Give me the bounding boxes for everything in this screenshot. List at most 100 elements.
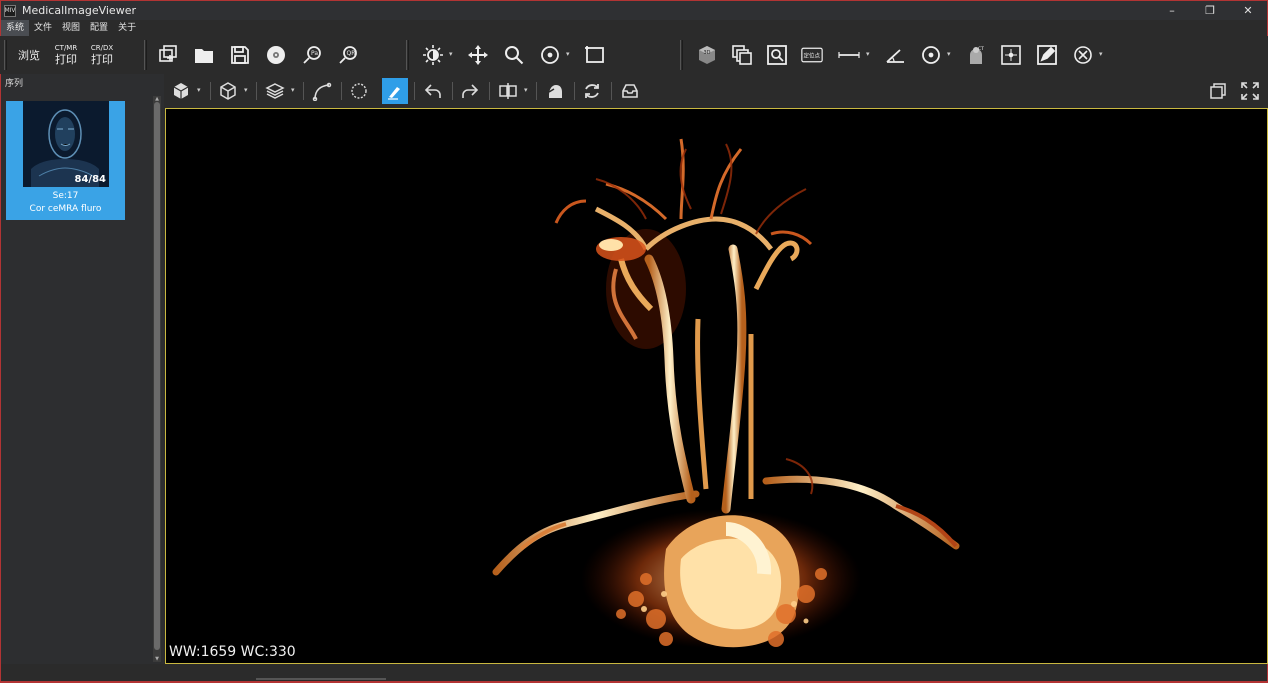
thumbnail-image-count: 84/84 <box>74 174 106 185</box>
redo-icon[interactable] <box>457 78 483 104</box>
horizontal-scrollbar[interactable] <box>256 678 386 680</box>
title-bar: MIV MedicalImageViewer – ❐ ✕ <box>0 0 1268 20</box>
locate-point-label: 定位点 <box>804 52 821 60</box>
toolbar-separator <box>210 82 211 100</box>
stack-images-icon[interactable] <box>729 42 755 68</box>
ellipse-roi-icon[interactable] <box>918 42 944 68</box>
save-icon[interactable] <box>227 42 253 68</box>
clear-dropdown-icon[interactable]: ▾ <box>1099 50 1103 58</box>
line-measure-icon[interactable] <box>836 42 862 68</box>
restore-viewport-icon[interactable] <box>1205 78 1231 104</box>
split-view-dropdown-icon[interactable]: ▾ <box>524 86 528 94</box>
image-viewport[interactable]: WW:1659 WC:330 <box>165 108 1268 664</box>
menu-system[interactable]: 系统 <box>1 20 30 36</box>
toolbar-separator <box>303 82 304 100</box>
open-folder-icon[interactable] <box>191 42 217 68</box>
cube-view-icon[interactable] <box>168 78 194 104</box>
menu-file[interactable]: 文件 <box>29 20 57 36</box>
menu-about[interactable]: 关于 <box>113 20 141 36</box>
menu-config[interactable]: 配置 <box>85 20 113 36</box>
toolbar-separator <box>4 40 7 70</box>
toolbar-separator <box>414 82 415 100</box>
line-measure-dropdown-icon[interactable]: ▾ <box>866 50 870 58</box>
crop-region-icon[interactable] <box>582 42 608 68</box>
patient-search-icon[interactable]: Pa <box>299 42 325 68</box>
toolbar-separator <box>256 82 257 100</box>
toolbar-separator <box>574 82 575 100</box>
crdx-label: CR/DX <box>90 44 114 52</box>
toolbar-separator <box>680 40 683 70</box>
browse-button[interactable]: 浏览 <box>14 40 44 70</box>
viewer-toolbar: ▾ ▾ ▾ ▾ <box>164 74 1268 108</box>
menu-bar: 系统 文件 视图 配置 关于 <box>0 20 1268 36</box>
ctmr-print-label: 打印 <box>55 53 77 66</box>
svg-text:QR: QR <box>347 50 356 57</box>
toolbar-separator <box>611 82 612 100</box>
toolbar-separator <box>406 40 409 70</box>
split-view-icon[interactable] <box>495 78 521 104</box>
disc-icon[interactable] <box>263 42 289 68</box>
app-icon: MIV <box>4 4 16 17</box>
thumbnail-image: 84/84 <box>23 101 109 187</box>
fullscreen-icon[interactable] <box>1237 78 1263 104</box>
ctmr-print-button[interactable]: CT/MR 打印 <box>50 40 82 70</box>
scrollbar-thumb[interactable] <box>154 102 160 650</box>
locate-point-icon[interactable]: 定位点 <box>799 42 825 68</box>
thumbnail-series-number: Se:17 <box>52 191 79 201</box>
3d-cube-icon[interactable]: 3D <box>694 42 720 68</box>
layers-dropdown-icon[interactable]: ▾ <box>291 86 295 94</box>
crdx-print-button[interactable]: CR/DX 打印 <box>86 40 118 70</box>
angle-measure-icon[interactable] <box>882 42 908 68</box>
svg-text:Pa: Pa <box>311 50 318 57</box>
window-level-icon[interactable] <box>420 42 446 68</box>
series-thumbnail[interactable]: 84/84 Se:17 Cor ceMRA fluro <box>6 101 125 220</box>
curve-path-icon[interactable] <box>309 78 335 104</box>
undo-icon[interactable] <box>420 78 446 104</box>
qr-search-icon[interactable]: QR <box>335 42 361 68</box>
toolbar-separator <box>536 82 537 100</box>
volume-render-icon[interactable] <box>215 78 241 104</box>
window-controls: – ❐ ✕ <box>1153 1 1267 20</box>
minimize-button[interactable]: – <box>1153 1 1191 20</box>
toolbar-separator <box>489 82 490 100</box>
crosshair-box-icon[interactable] <box>998 42 1024 68</box>
window-level-readout: WW:1659 WC:330 <box>169 644 296 660</box>
browse-label: 浏览 <box>18 48 40 62</box>
rotate-dropdown-icon[interactable]: ▾ <box>566 50 570 58</box>
series-scrollbar[interactable]: ▲ ▼ <box>153 96 161 662</box>
pan-icon[interactable] <box>465 42 491 68</box>
annotate-edit-icon[interactable] <box>1034 42 1060 68</box>
volume-render-dropdown-icon[interactable]: ▾ <box>244 86 248 94</box>
reset-rotate-icon[interactable] <box>579 78 605 104</box>
clear-annotations-icon[interactable] <box>1070 42 1096 68</box>
circle-select-icon[interactable] <box>346 78 372 104</box>
layers-icon[interactable] <box>262 78 288 104</box>
series-panel: 序列 84/84 Se:17 Cor ceMRA fluro ▲ ▼ <box>0 74 164 666</box>
crdx-print-label: 打印 <box>91 53 113 66</box>
head-orientation-icon[interactable] <box>542 78 568 104</box>
window-level-dropdown-icon[interactable]: ▾ <box>449 50 453 58</box>
magnifier-box-icon[interactable] <box>764 42 790 68</box>
toolbar-separator <box>144 40 147 70</box>
close-button[interactable]: ✕ <box>1229 1 1267 20</box>
ctmr-label: CT/MR <box>54 44 78 52</box>
tray-export-icon[interactable] <box>617 78 643 104</box>
main-toolbar: 浏览 CT/MR 打印 CR/DX 打印 Pa QR ▾ ▾ 3D 定位点 ▾ … <box>0 36 1268 74</box>
toolbar-separator <box>341 82 342 100</box>
series-header: 序列 <box>5 79 24 89</box>
menu-view[interactable]: 视图 <box>57 20 85 36</box>
status-bar <box>0 664 1268 683</box>
scroll-down-icon[interactable]: ▼ <box>153 656 161 662</box>
roi-dropdown-icon[interactable]: ▾ <box>947 50 951 58</box>
ct-body-icon[interactable]: CT <box>963 42 989 68</box>
cube-view-dropdown-icon[interactable]: ▾ <box>197 86 201 94</box>
zoom-icon[interactable] <box>501 42 527 68</box>
svg-text:3D: 3D <box>704 50 711 56</box>
vascular-3d-render <box>492 138 960 649</box>
rotate-icon[interactable] <box>537 42 563 68</box>
import-image-icon[interactable] <box>155 42 181 68</box>
svg-text:CT: CT <box>978 46 984 52</box>
scalpel-cut-icon[interactable] <box>382 78 408 104</box>
restore-button[interactable]: ❐ <box>1191 1 1229 20</box>
window-title: MedicalImageViewer <box>22 4 136 17</box>
